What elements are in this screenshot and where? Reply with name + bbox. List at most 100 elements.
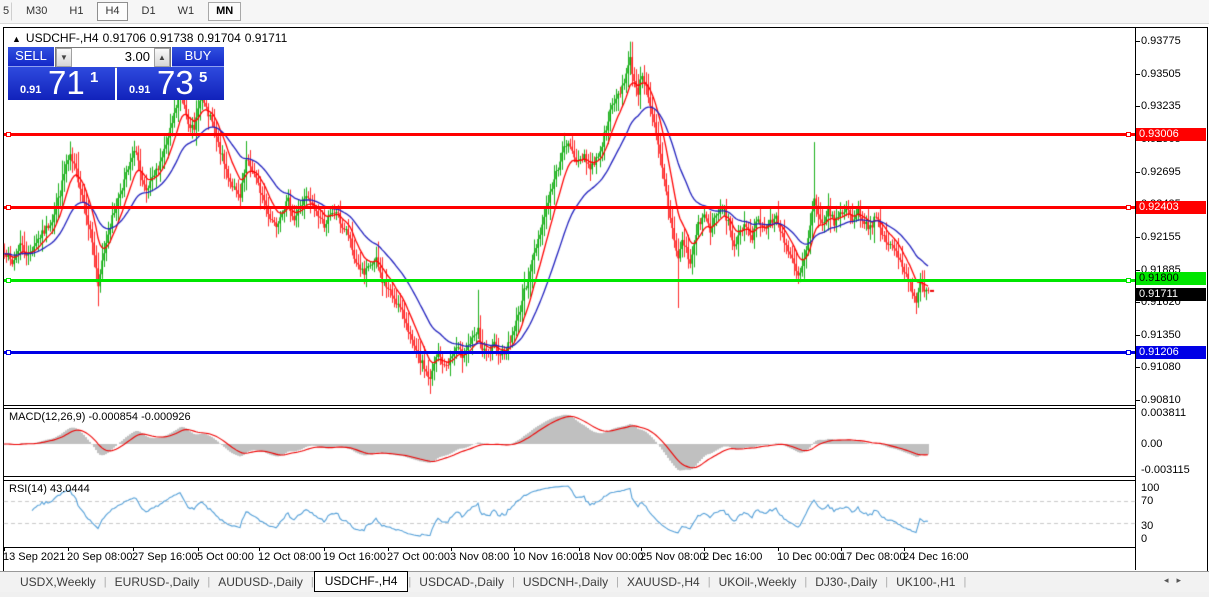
level-anchor[interactable]	[6, 205, 11, 210]
ohlc-open: 0.91706	[103, 31, 146, 45]
timeframe-button-h4[interactable]: H4	[97, 2, 127, 21]
chart-title-bar: ▲USDCHF-,H40.917060.917380.917040.91711	[12, 31, 291, 45]
sell-price-prefix: 0.91	[20, 84, 41, 96]
time-axis-label: 2 Dec 16:00	[703, 551, 762, 563]
volume-increase-button[interactable]: ▲	[154, 48, 170, 67]
rsi-axis-label: 70	[1141, 495, 1153, 507]
buy-quote[interactable]: 0.91 73 5	[117, 67, 224, 100]
time-axis-label: 24 Dec 16:00	[903, 551, 968, 563]
price-tick-mark	[1135, 270, 1140, 271]
time-axis-label: 25 Nov 08:00	[640, 551, 705, 563]
rsi-axis-label: 100	[1141, 482, 1159, 494]
tab-usdchf-h4[interactable]: USDCHF-,H4	[314, 571, 409, 592]
price-tick-label: 0.93235	[1141, 100, 1181, 112]
mt4-terminal: 5 M30 H1 H4 D1 W1 MN ▲ USDCHF-,H4 0.91706 0.91738…	[0, 0, 1209, 597]
rsi-axis-label: 0	[1141, 533, 1147, 545]
time-axis-label: 19 Oct 16:00	[323, 551, 386, 563]
sell-button[interactable]: SELL	[8, 47, 54, 68]
price-marker-0.91711: 0.91711	[1136, 288, 1206, 301]
level-anchor[interactable]	[1126, 278, 1131, 283]
level-line-0.91206[interactable]	[4, 351, 1135, 354]
sell-quote[interactable]: 0.91 71 1	[8, 67, 115, 100]
price-tick-mark	[1135, 74, 1140, 75]
time-axis-label: 10 Nov 16:00	[513, 551, 578, 563]
time-axis-label: 13 Sep 2021	[3, 551, 65, 563]
rsi-indicator-label: RSI(14) 43.0444	[9, 483, 90, 495]
price-tick-mark	[1135, 335, 1140, 336]
macd-axis-label: -0.003115	[1141, 464, 1190, 476]
level-line-0.918[interactable]	[4, 279, 1135, 282]
price-tick-label: 0.91080	[1141, 361, 1181, 373]
sell-price-pip: 1	[90, 69, 98, 86]
timeframe-button-mn[interactable]: MN	[208, 2, 241, 21]
chart-window	[3, 27, 1208, 572]
chart-tabs-bar: USDX,Weekly|EURUSD-,Daily|AUDUSD-,Daily|…	[0, 571, 1209, 592]
main-pane-bottom-border	[4, 405, 1135, 406]
macd-pane-top-border	[4, 408, 1135, 409]
price-tick-mark	[1135, 237, 1140, 238]
time-axis-label: 12 Oct 08:00	[258, 551, 321, 563]
ohlc-low: 0.91704	[197, 31, 240, 45]
tab-usdcnh-daily[interactable]: USDCNH-,Daily	[515, 574, 616, 590]
level-anchor[interactable]	[1126, 350, 1131, 355]
price-marker-0.91800: 0.91800	[1136, 272, 1206, 285]
tab-scroll-arrows: ◂▸	[1164, 575, 1189, 586]
price-marker-0.91206: 0.91206	[1136, 346, 1206, 359]
buy-price-prefix: 0.91	[129, 84, 150, 96]
price-tick-mark	[1135, 367, 1140, 368]
macd-axis-label: 0.00	[1141, 438, 1162, 450]
time-axis-label: 17 Dec 08:00	[840, 551, 905, 563]
time-axis-label: 5 Oct 00:00	[197, 551, 254, 563]
time-axis-label: 3 Nov 08:00	[450, 551, 509, 563]
timeframe-button-m30[interactable]: M30	[18, 2, 55, 21]
price-tick-label: 0.92695	[1141, 166, 1181, 178]
tab-eurusd-daily[interactable]: EURUSD-,Daily	[107, 574, 208, 590]
timeframe-button-h1[interactable]: H1	[61, 2, 91, 21]
buy-button[interactable]: BUY	[172, 47, 224, 68]
macd-axis-label: 0.003811	[1141, 407, 1186, 419]
rsi-axis-label: 30	[1141, 520, 1153, 532]
level-anchor[interactable]	[6, 132, 11, 137]
timeframe-button-5[interactable]: 5	[0, 2, 12, 21]
level-anchor[interactable]	[6, 350, 11, 355]
time-axis-label: 18 Nov 00:00	[578, 551, 643, 563]
tab-xauusd-h4[interactable]: XAUUSD-,H4	[619, 574, 708, 590]
sell-price-big: 71	[48, 67, 85, 100]
collapse-icon[interactable]: ▲	[12, 34, 21, 44]
volume-decrease-button[interactable]: ▼	[56, 48, 72, 67]
price-tick-mark	[1135, 302, 1140, 303]
rsi-pane-bottom-border	[4, 547, 1135, 548]
time-axis-label: 27 Sep 16:00	[132, 551, 197, 563]
tab-divider: |	[963, 576, 966, 588]
price-tick-label: 0.93775	[1141, 35, 1181, 47]
tab-usdcad-daily[interactable]: USDCAD-,Daily	[411, 574, 512, 590]
price-tick-mark	[1135, 172, 1140, 173]
ohlc-high: 0.91738	[150, 31, 193, 45]
tab-audusd-daily[interactable]: AUDUSD-,Daily	[210, 574, 311, 590]
tab-scroll-right-icon[interactable]: ▸	[1176, 575, 1189, 585]
level-anchor[interactable]	[1126, 205, 1131, 210]
level-line-0.92403[interactable]	[4, 206, 1135, 209]
macd-pane-bottom-border	[4, 476, 1135, 477]
price-tick-label: 0.92155	[1141, 231, 1181, 243]
tab-uk100-h1[interactable]: UK100-,H1	[888, 574, 963, 590]
level-anchor[interactable]	[6, 278, 11, 283]
price-tick-mark	[1135, 106, 1140, 107]
ohlc-close: 0.91711	[245, 31, 288, 45]
tab-dj30-daily[interactable]: DJ30-,Daily	[807, 574, 885, 590]
level-anchor[interactable]	[1126, 132, 1131, 137]
price-tick-mark	[1135, 400, 1140, 401]
time-axis-label: 27 Oct 00:00	[387, 551, 450, 563]
time-axis-label: 20 Sep 08:00	[67, 551, 132, 563]
timeframe-button-w1[interactable]: W1	[170, 2, 203, 21]
volume-stepper: ▼ 3.00 ▲	[55, 47, 171, 68]
tab-scroll-left-icon[interactable]: ◂	[1164, 575, 1177, 585]
price-tick-mark	[1135, 41, 1140, 42]
timeframe-toolbar: 5 M30 H1 H4 D1 W1 MN	[0, 0, 1209, 24]
volume-input[interactable]: 3.00	[72, 48, 154, 67]
tab-usdx-weekly[interactable]: USDX,Weekly	[12, 574, 104, 590]
timeframe-button-d1[interactable]: D1	[134, 2, 164, 21]
price-marker-0.92403: 0.92403	[1136, 201, 1206, 214]
level-line-0.93006[interactable]	[4, 133, 1135, 136]
tab-ukoil-weekly[interactable]: UKOil-,Weekly	[711, 574, 805, 590]
